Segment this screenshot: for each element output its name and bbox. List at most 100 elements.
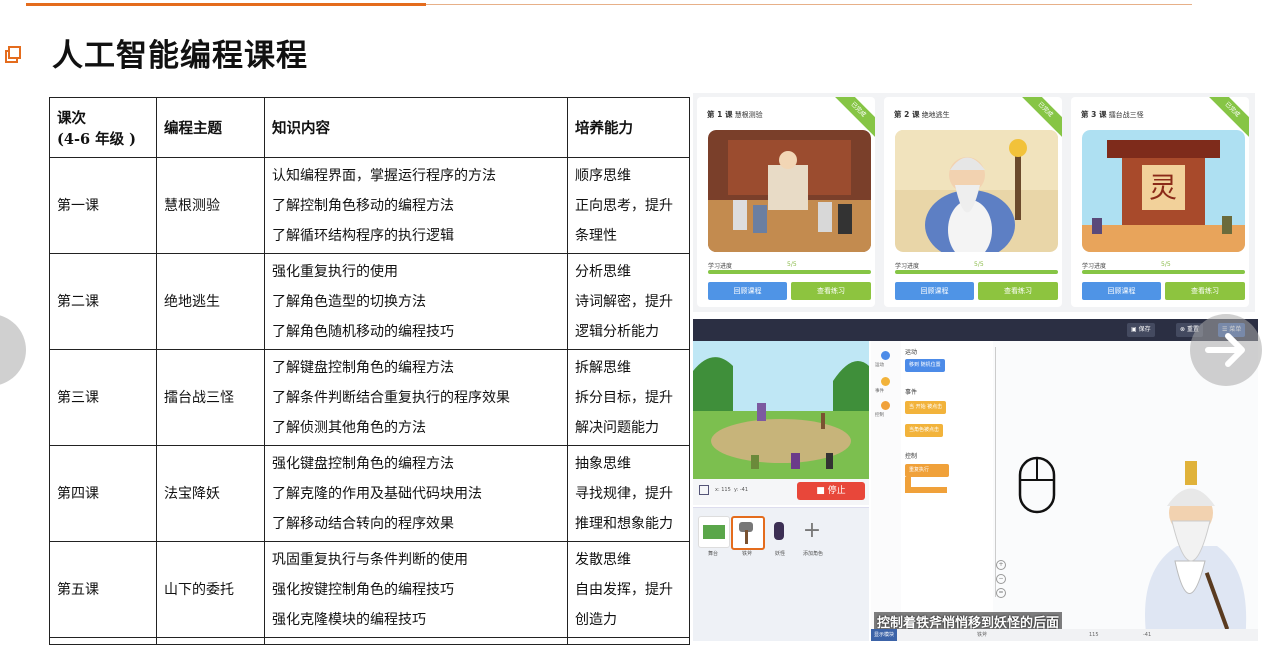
monster-icon <box>774 522 784 540</box>
category-label: 控制 <box>875 413 884 418</box>
ability-line: 发散思维 <box>575 551 631 568</box>
cell-knowledge: 了解键盘控制角色的编程方法了解条件判断结合重复执行的程序效果 了解侦测其他角色的方… <box>264 349 568 446</box>
zoom-in-icon[interactable]: + <box>996 560 1006 570</box>
repeat-forever-block-body <box>905 477 947 493</box>
sprite-coordinates: x: 115 y: -41 <box>715 487 749 493</box>
sprite-label: 舞台 <box>707 551 718 557</box>
knowledge-line: 了解条件判断结合重复执行的程序效果 <box>272 389 510 406</box>
sprite-monster[interactable] <box>764 516 794 546</box>
course-table: 课次 (4-6 年级 ) 编程主题 知识内容 培养能力 第一课 慧根测验 认知编… <box>49 97 690 645</box>
knowledge-line: 了解侦测其他角色的方法 <box>272 419 426 436</box>
ability-line: 逻辑分析能力 <box>575 323 659 340</box>
cell-ability: 抽象思维 寻找规律，提升 推理和想象能力 <box>567 445 690 542</box>
course-card[interactable]: 已完成 第 1 课 慧根测验 学习进度 5/5 回顾课程 查看练习 <box>697 97 875 307</box>
when-sprite-clicked-block[interactable]: 当角色被点击 <box>905 424 944 437</box>
lesson-thumbnail-image: 灵 <box>1082 130 1245 252</box>
table-row: 第二课 绝地逃生 强化重复执行的使用 了解角色造型的切换方法 了解角色随机移动的编程… <box>49 253 690 350</box>
progress-label: 学习进度 <box>895 263 920 270</box>
knowledge-line: 了解角色随机移动的编程技巧 <box>272 323 454 340</box>
cell-lesson: 第三课 <box>49 349 157 446</box>
progress-bar <box>1082 270 1245 274</box>
title-square-icon <box>5 46 21 63</box>
script-workspace[interactable]: + − = <box>993 341 1258 641</box>
knowledge-line: 认知编程界面，掌握运行程序的方法 <box>272 167 496 184</box>
review-course-button[interactable]: 回顾课程 <box>708 282 787 300</box>
view-practice-button[interactable]: 查看练习 <box>1165 282 1245 300</box>
events-category-icon[interactable] <box>881 377 890 386</box>
knowledge-line: 强化克隆模块的编程技巧 <box>272 611 426 628</box>
motion-category-icon[interactable] <box>881 351 890 360</box>
table-row-partial <box>49 637 690 645</box>
save-button[interactable]: ▣ 保存 <box>1127 323 1155 337</box>
table-row: 第三课 擂台战三怪 了解键盘控制角色的编程方法 了解条件判断结合重复执行的程序效果… <box>49 349 690 446</box>
page-title: 人工智能编程课程 <box>52 38 308 74</box>
cell-topic: 慧根测验 <box>156 157 265 254</box>
knowledge-line: 了解循环结构程序的执行逻辑 <box>272 227 454 244</box>
arrow-right-icon <box>1205 333 1245 367</box>
previous-slide-arrow-icon[interactable] <box>0 314 26 386</box>
when-start-block[interactable]: 当 开始 被点击 <box>905 401 947 414</box>
ability-line: 抽象思维 <box>575 455 631 472</box>
next-slide-arrow-icon[interactable] <box>1190 314 1262 386</box>
knowledge-line: 强化按键控制角色的编程技巧 <box>272 581 454 598</box>
repeat-forever-block[interactable]: 重复执行 <box>905 464 949 477</box>
workspace-divider <box>995 347 996 597</box>
zoom-reset-icon[interactable]: = <box>996 588 1006 598</box>
category-palette: 运动 事件 控制 <box>871 341 902 641</box>
sprite-axe[interactable] <box>731 516 765 550</box>
sprite-y-field[interactable]: -41 <box>1143 629 1151 641</box>
lesson-thumbnail-image <box>895 130 1058 252</box>
knowledge-line: 了解键盘控制角色的编程方法 <box>272 359 454 376</box>
table-row: 第一课 慧根测验 认知编程界面，掌握运行程序的方法 了解控制角色移动的编程方法 了解… <box>49 157 690 254</box>
card-lesson-title: 第 1 课 慧根测验 <box>707 110 763 119</box>
category-label: 运动 <box>875 363 884 368</box>
old-sage-character-image <box>1145 461 1247 641</box>
sprite-x-field[interactable]: 115 <box>1089 629 1099 641</box>
progress-label: 学习进度 <box>1082 263 1107 270</box>
block-section-title: 事件 <box>905 389 918 396</box>
course-card[interactable]: 已完成 第 2 课 绝地逃生 学习进度 5/5 回顾课程 查看练习 <box>884 97 1062 307</box>
ability-line: 顺序思维 <box>575 167 631 184</box>
review-course-button[interactable]: 回顾课程 <box>895 282 974 300</box>
move-random-block[interactable]: 移到 随机位置 <box>905 359 945 372</box>
cell-knowledge: 巩固重复执行与条件判断的使用 强化按键控制角色的编程技巧 强化克隆模块的编程技巧 <box>264 541 568 638</box>
ability-line: 解决问题能力 <box>575 419 659 436</box>
table-row: 第四课 法宝降妖 强化键盘控制角色的编程方法 了解克隆的作用及基础代码块用法 了解移… <box>49 445 690 542</box>
view-practice-button[interactable]: 查看练习 <box>978 282 1058 300</box>
stop-button[interactable]: ■ 停止 <box>797 482 865 500</box>
editor-toolbar: ▣ 保存 ⊗ 重置 ☰ 菜单 <box>693 319 1258 341</box>
zoom-out-icon[interactable]: − <box>996 574 1006 584</box>
progress-label: 学习进度 <box>708 263 733 270</box>
cell-knowledge: 强化重复执行的使用 了解角色造型的切换方法 了解角色随机移动的编程技巧 <box>264 253 568 350</box>
card-lesson-title: 第 2 课 绝地逃生 <box>894 110 950 119</box>
knowledge-line: 了解角色造型的切换方法 <box>272 293 426 310</box>
header-ability: 培养能力 <box>567 97 690 158</box>
sprite-label: 妖怪 <box>774 551 785 557</box>
cell-topic: 山下的委托 <box>156 541 265 638</box>
table-header-row: 课次 (4-6 年级 ) 编程主题 知识内容 培养能力 <box>49 97 690 158</box>
show-blocks-toggle[interactable]: 显示模块 <box>871 629 898 641</box>
cell-topic: 绝地逃生 <box>156 253 265 350</box>
progress-bar <box>895 270 1058 274</box>
add-sprite-icon[interactable]: + <box>797 516 827 546</box>
cell-ability: 发散思维 自由发挥，提升 创造力 <box>567 541 690 638</box>
course-card[interactable]: 已完成 第 3 课 擂台战三怪 灵 学习进度 5/5 回顾课程 查看练习 <box>1071 97 1249 307</box>
stage-controls: x: 115 y: -41 ■ 停止 <box>693 479 869 505</box>
view-practice-button[interactable]: 查看练习 <box>791 282 871 300</box>
ability-line: 寻找规律，提升 <box>575 485 673 502</box>
knowledge-line: 了解克隆的作用及基础代码块用法 <box>272 485 482 502</box>
cell-lesson: 第二课 <box>49 253 157 350</box>
game-stage[interactable] <box>693 341 869 479</box>
fullscreen-icon[interactable] <box>699 485 709 495</box>
sprite-stage[interactable] <box>698 516 730 548</box>
sprite-name-field[interactable]: 铁斧 <box>977 629 987 641</box>
knowledge-line: 强化键盘控制角色的编程方法 <box>272 455 454 472</box>
knowledge-line: 巩固重复执行与条件判断的使用 <box>272 551 468 568</box>
block-section-title: 运动 <box>905 349 918 356</box>
category-label: 事件 <box>875 389 884 394</box>
ability-line: 诗词解密，提升 <box>575 293 673 310</box>
review-course-button[interactable]: 回顾课程 <box>1082 282 1161 300</box>
cell-lesson: 第五课 <box>49 541 157 638</box>
control-category-icon[interactable] <box>881 401 890 410</box>
sprite-label: 添加角色 <box>802 551 823 557</box>
